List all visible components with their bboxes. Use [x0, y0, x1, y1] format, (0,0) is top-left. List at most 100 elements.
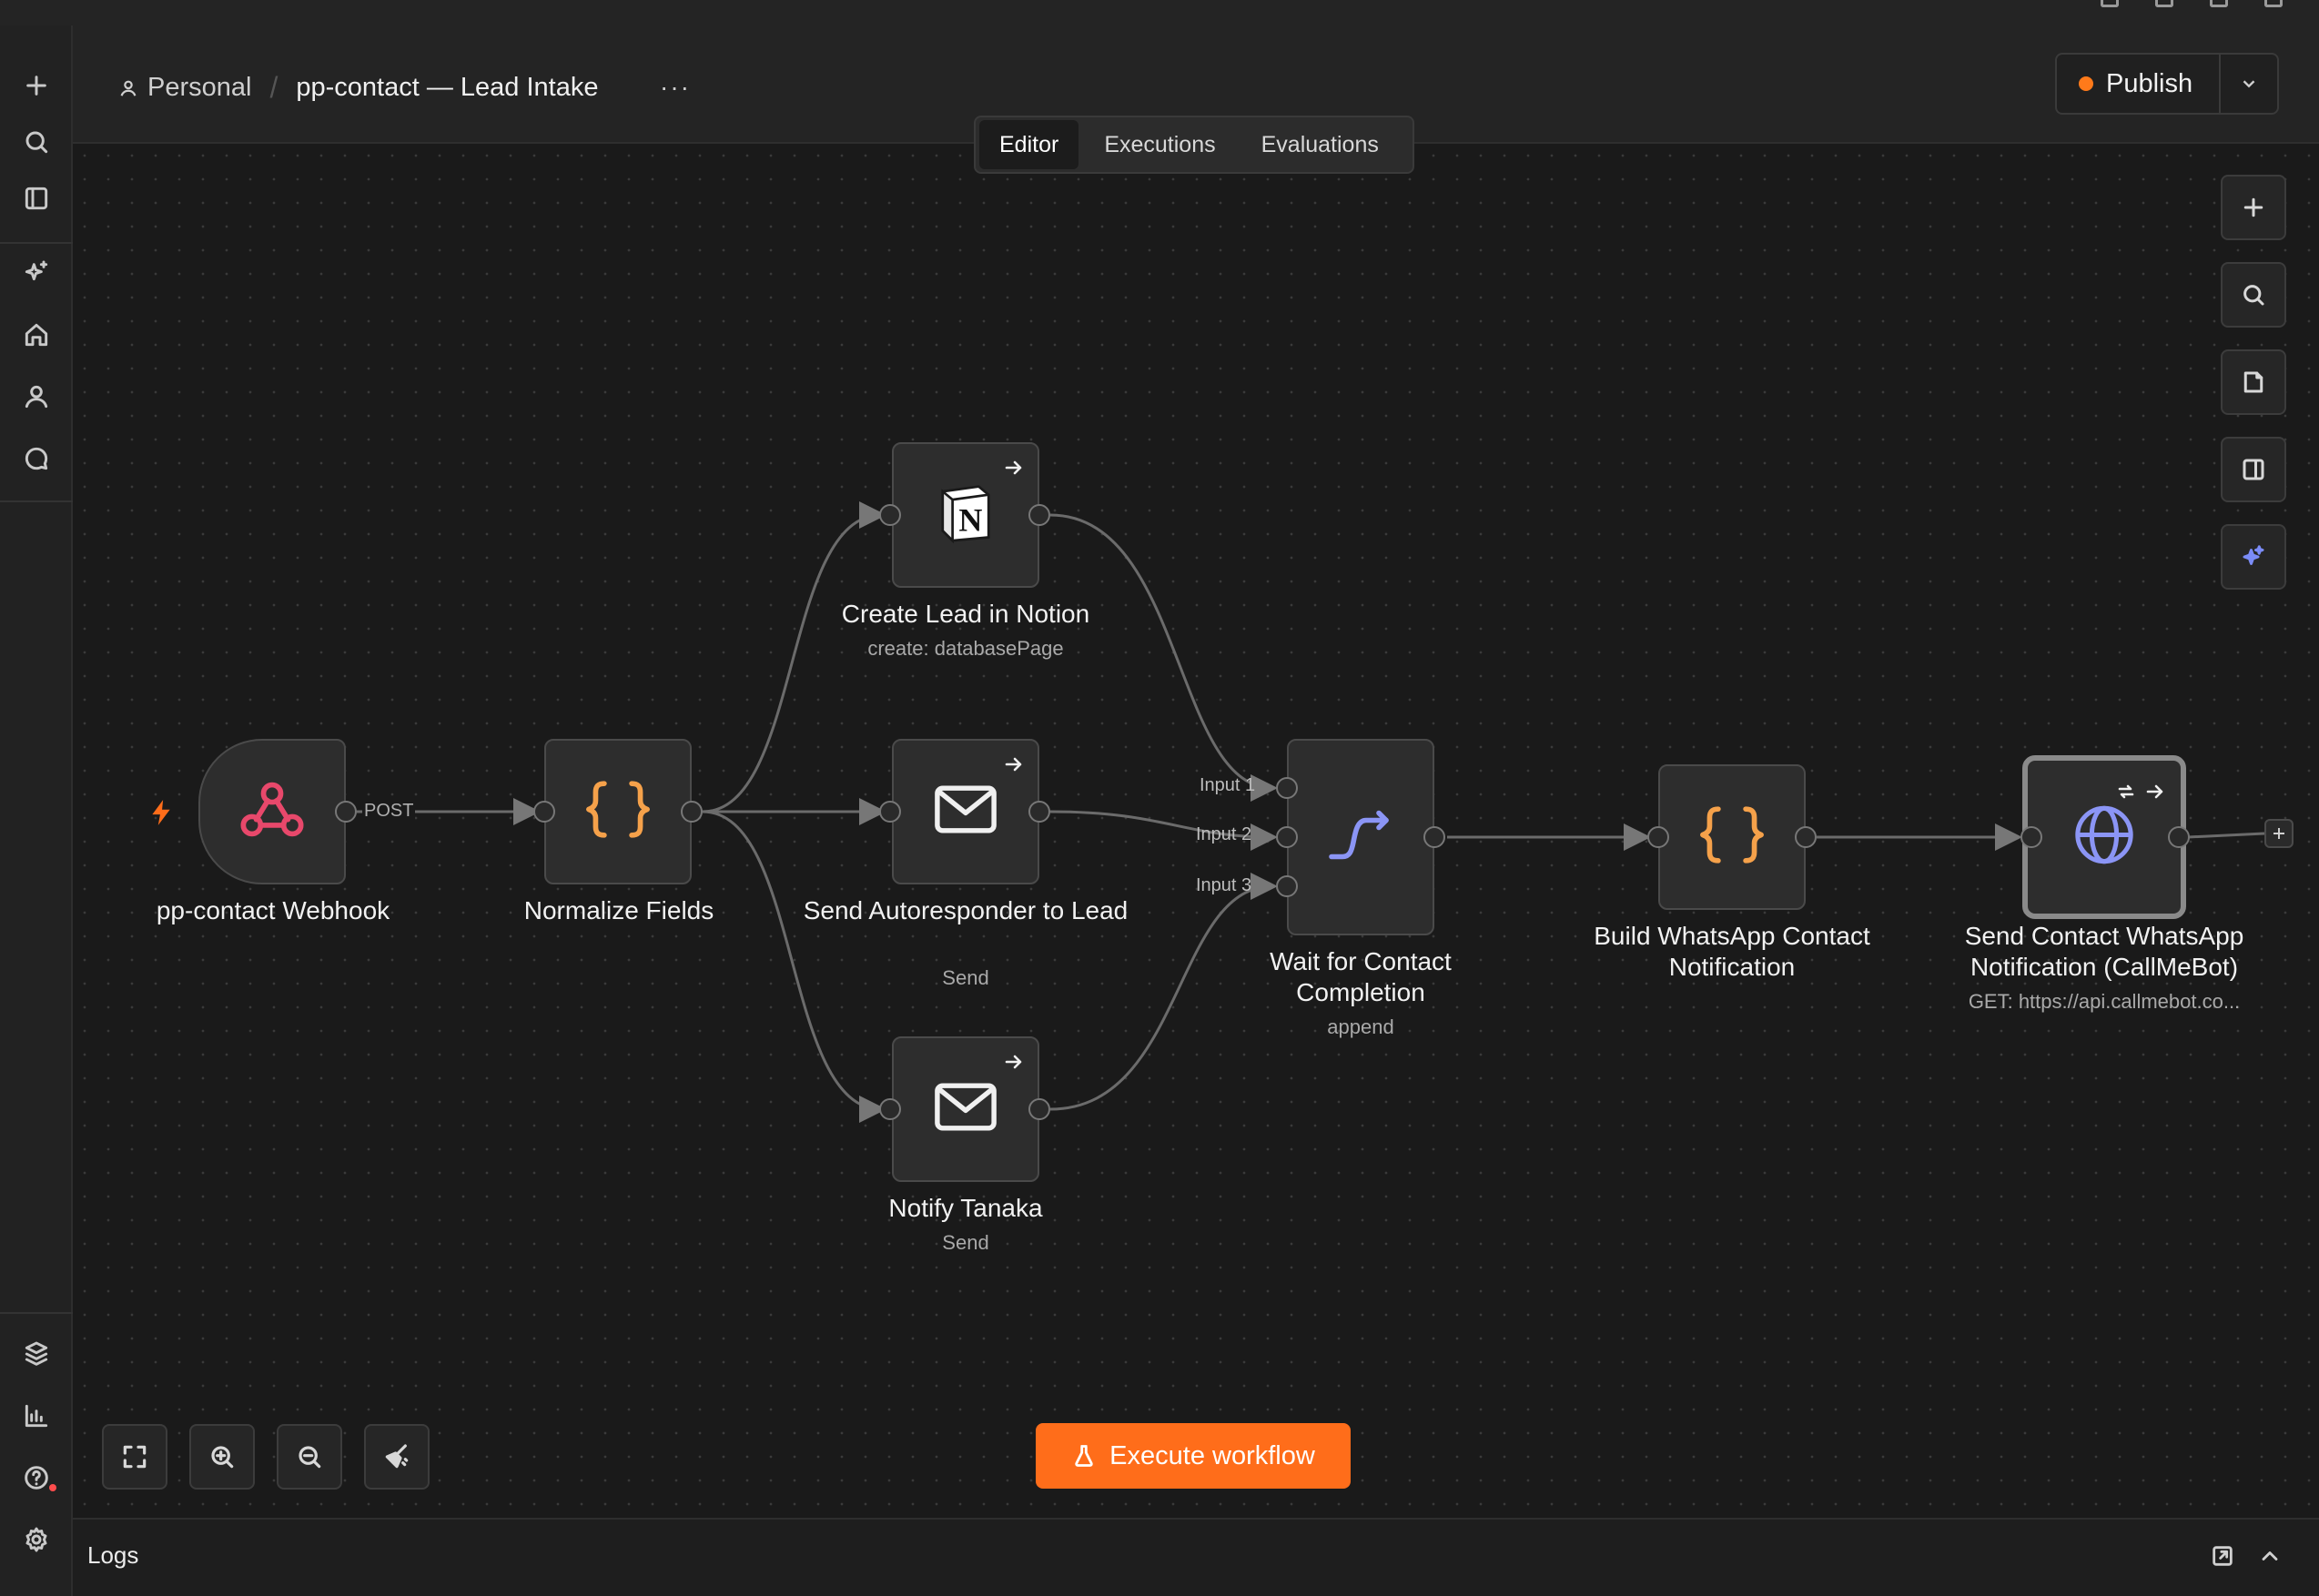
- panels-icon[interactable]: [2210, 0, 2228, 7]
- fit-view-icon: [123, 1445, 147, 1469]
- retry-icon[interactable]: [2115, 781, 2137, 803]
- zoom-out-icon: [299, 1446, 321, 1469]
- pop-out-logs-button[interactable]: [2210, 1543, 2235, 1569]
- run-arrow-icon[interactable]: [1003, 457, 1025, 479]
- trigger-bolt-icon: [149, 799, 173, 831]
- node-autoresponder-label: Send Autoresponder to Lead: [803, 896, 1129, 924]
- node-wait-merge[interactable]: [1287, 739, 1434, 935]
- sidebar-toggle-icon[interactable]: [15, 177, 58, 220]
- execute-workflow-label: Execute workflow: [1109, 1440, 1315, 1470]
- tab-evaluations[interactable]: Evaluations: [1241, 120, 1399, 169]
- zoom-in-icon: [211, 1446, 234, 1469]
- normalize-input-port[interactable]: [533, 801, 555, 823]
- project-link[interactable]: Personal: [118, 73, 251, 103]
- user-icon[interactable]: [15, 375, 58, 419]
- merge-icon: [1328, 808, 1393, 867]
- node-normalize-label: Normalize Fields: [523, 896, 714, 924]
- search-nodes-button[interactable]: [2221, 262, 2286, 328]
- pop-out-icon: [2213, 1546, 2233, 1566]
- zoom-in-button[interactable]: [189, 1424, 255, 1490]
- autoresponder-input-port[interactable]: [879, 801, 901, 823]
- build-input-port[interactable]: [1647, 826, 1669, 848]
- wait-input-1-port[interactable]: [1276, 777, 1298, 799]
- window-icon[interactable]: [2155, 0, 2173, 7]
- fit-view-button[interactable]: [102, 1424, 167, 1490]
- node-notion[interactable]: N: [892, 442, 1039, 588]
- add-node-button[interactable]: [2221, 175, 2286, 240]
- node-autoresponder[interactable]: [892, 739, 1039, 884]
- add-icon[interactable]: [15, 64, 58, 107]
- wait-output-port[interactable]: [1423, 826, 1445, 848]
- build-output-port[interactable]: [1795, 826, 1817, 848]
- node-notify-subtitle: Send: [942, 1231, 989, 1254]
- plus-icon: [2243, 197, 2263, 217]
- sidebar: [0, 25, 73, 1596]
- more-options-button[interactable]: ···: [660, 73, 691, 102]
- wait-input-2-port[interactable]: [1276, 826, 1298, 848]
- sticky-note-button[interactable]: [2221, 349, 2286, 415]
- sidebar-divider: [0, 242, 73, 244]
- node-normalize[interactable]: [544, 739, 692, 884]
- profile-icon[interactable]: [2264, 0, 2283, 7]
- autoresponder-output-port[interactable]: [1028, 801, 1050, 823]
- search-icon[interactable]: [15, 120, 58, 164]
- view-tabs: Editor Executions Evaluations: [974, 116, 1414, 174]
- toggle-panel-button[interactable]: [2221, 437, 2286, 502]
- execute-workflow-button[interactable]: Execute workflow: [1036, 1423, 1351, 1489]
- tidy-up-button[interactable]: [364, 1424, 430, 1490]
- webhook-output-port[interactable]: [335, 801, 357, 823]
- publish-dropdown-button[interactable]: [2221, 55, 2277, 113]
- tab-executions[interactable]: Executions: [1084, 120, 1235, 169]
- logs-title: Logs: [87, 1541, 139, 1569]
- notify-input-port[interactable]: [879, 1098, 901, 1120]
- panel-right-icon: [2243, 459, 2264, 480]
- expand-logs-button[interactable]: [2257, 1543, 2283, 1569]
- send-output-port[interactable]: [2168, 826, 2190, 848]
- mail-icon: [934, 784, 997, 840]
- normalize-output-port[interactable]: [681, 801, 703, 823]
- node-send-whatsapp[interactable]: [2022, 755, 2186, 919]
- workflow-name[interactable]: pp-contact — Lead Intake: [296, 73, 598, 103]
- node-webhook-label: pp-contact Webhook: [156, 896, 390, 924]
- notify-output-port[interactable]: [1028, 1098, 1050, 1120]
- node-wait-label: Wait for Contact Completion: [1270, 947, 1452, 1006]
- templates-icon[interactable]: [15, 1332, 58, 1376]
- chat-icon[interactable]: [15, 437, 58, 480]
- node-webhook[interactable]: [198, 739, 346, 884]
- publish-group: Publish: [2055, 53, 2279, 115]
- run-arrow-icon[interactable]: [1003, 753, 1025, 775]
- logs-panel[interactable]: Logs: [73, 1518, 2319, 1596]
- broom-icon: [385, 1444, 409, 1469]
- send-input-port[interactable]: [2020, 826, 2042, 848]
- sidebar-divider: [0, 1312, 73, 1314]
- webhook-icon: [238, 778, 307, 846]
- sparkles-icon[interactable]: [15, 251, 58, 295]
- notification-dot: [49, 1484, 56, 1491]
- help-icon[interactable]: [15, 1456, 58, 1500]
- node-autoresponder-subtitle: Send: [942, 966, 989, 989]
- notion-input-port[interactable]: [879, 504, 901, 526]
- tab-editor[interactable]: Editor: [979, 120, 1079, 169]
- node-build-whatsapp[interactable]: [1658, 764, 1806, 910]
- ai-assistant-button[interactable]: [2221, 524, 2286, 590]
- node-notion-subtitle: create: databasePage: [867, 637, 1064, 660]
- zoom-out-button[interactable]: [277, 1424, 342, 1490]
- project-name: Personal: [147, 73, 252, 102]
- notion-output-port[interactable]: [1028, 504, 1050, 526]
- node-send-subtitle: GET: https://api.callmebot.co...: [1968, 990, 2241, 1013]
- settings-icon[interactable]: [15, 1518, 58, 1561]
- layout-icon[interactable]: [2101, 0, 2119, 7]
- run-arrow-icon[interactable]: [2144, 781, 2166, 803]
- add-next-node-button[interactable]: [2264, 819, 2294, 848]
- wait-input-3-port[interactable]: [1276, 875, 1298, 897]
- home-icon[interactable]: [15, 313, 58, 357]
- insights-icon[interactable]: [15, 1394, 58, 1438]
- mail-icon: [934, 1082, 997, 1137]
- node-notify-tanaka[interactable]: [892, 1036, 1039, 1182]
- input-3-label: Input 3: [1196, 875, 1252, 895]
- run-arrow-icon[interactable]: [1003, 1051, 1025, 1073]
- chevron-up-icon: [2262, 1551, 2278, 1561]
- node-notion-label: Create Lead in Notion: [841, 600, 1090, 628]
- publish-button[interactable]: Publish: [2057, 55, 2221, 113]
- plus-icon: [2273, 828, 2284, 839]
